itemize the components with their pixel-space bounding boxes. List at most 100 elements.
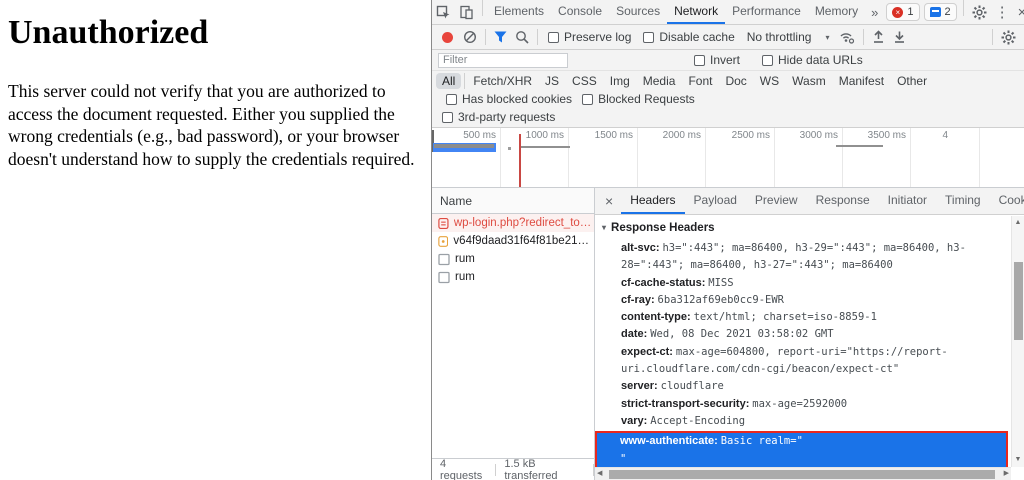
- header-row[interactable]: content-type: text/html; charset=iso-885…: [595, 309, 1008, 326]
- clear-icon[interactable]: [459, 30, 481, 44]
- network-overview-timeline[interactable]: 500 ms 1000 ms 1500 ms 2000 ms 2500 ms 3…: [432, 128, 1024, 188]
- tab-network[interactable]: Network: [667, 0, 725, 24]
- horizontal-scrollbar[interactable]: ◀ ▶: [595, 467, 1011, 480]
- close-detail-icon[interactable]: ×: [597, 188, 621, 214]
- detail-tab-payload[interactable]: Payload: [685, 188, 746, 214]
- divider: [485, 29, 486, 45]
- header-row[interactable]: alt-svc: h3=":443"; ma=86400, h3-29=":44…: [595, 240, 1008, 275]
- header-row[interactable]: cf-cache-status: MISS: [595, 275, 1008, 292]
- checkbox-icon: [548, 32, 559, 43]
- request-row-wp-login[interactable]: wp-login.php?redirect_to=htt...: [432, 214, 594, 232]
- invert-checkbox[interactable]: Invert: [688, 53, 746, 67]
- device-toolbar-icon[interactable]: [455, 0, 478, 24]
- more-tabs-icon[interactable]: »: [865, 0, 884, 24]
- scroll-down-icon[interactable]: ▼: [1015, 455, 1022, 465]
- chip-img[interactable]: Img: [604, 73, 636, 89]
- third-party-checkbox[interactable]: 3rd-party requests: [436, 109, 1018, 124]
- chip-other[interactable]: Other: [891, 73, 933, 89]
- request-row-rum-2[interactable]: rum: [432, 268, 594, 286]
- waterfall-bar: [836, 145, 883, 147]
- header-name: www-authenticate:: [620, 435, 718, 447]
- chip-font[interactable]: Font: [682, 73, 718, 89]
- page-title: Unauthorized: [8, 14, 425, 52]
- issues-badge[interactable]: 2: [924, 3, 957, 21]
- name-column-header[interactable]: Name: [432, 188, 594, 214]
- filter-funnel-icon[interactable]: [490, 31, 511, 43]
- tab-elements[interactable]: Elements: [487, 0, 551, 24]
- scrollbar-thumb[interactable]: [1014, 262, 1023, 340]
- scroll-up-icon[interactable]: ▲: [1015, 218, 1022, 228]
- invert-label: Invert: [710, 53, 740, 67]
- record-icon[interactable]: [442, 32, 453, 43]
- scrollbar-thumb[interactable]: [609, 470, 995, 479]
- blocked-requests-checkbox[interactable]: Blocked Requests: [582, 92, 695, 106]
- tab-memory[interactable]: Memory: [808, 0, 865, 24]
- request-type-filters: All Fetch/XHR JS CSS Img Media Font Doc …: [432, 71, 1024, 128]
- chip-media[interactable]: Media: [637, 73, 682, 89]
- filter-input[interactable]: [438, 53, 568, 68]
- throttling-value: No throttling: [747, 30, 812, 44]
- request-list-panel: Name wp-login.php?redirect_to=htt... v64…: [432, 188, 595, 480]
- chip-ws[interactable]: WS: [754, 73, 785, 89]
- import-har-icon[interactable]: [868, 30, 889, 44]
- response-headers-title-row[interactable]: ▾ Response Headers: [595, 220, 1008, 235]
- detail-tab-cookies[interactable]: Cookies: [990, 188, 1024, 214]
- request-row-script[interactable]: v64f9daad31f64f81be21cbef6...: [432, 232, 594, 250]
- header-row[interactable]: date: Wed, 08 Dec 2021 03:58:02 GMT: [595, 326, 1008, 343]
- chip-manifest[interactable]: Manifest: [833, 73, 890, 89]
- header-name: alt-svc:: [621, 242, 660, 254]
- gridline: [705, 128, 706, 187]
- preserve-log-checkbox[interactable]: Preserve log: [542, 30, 637, 44]
- network-status-bar: 4 requests 1.5 kB transferred: [432, 458, 594, 480]
- chip-css[interactable]: CSS: [566, 73, 603, 89]
- network-conditions-icon[interactable]: [835, 30, 859, 44]
- error-icon: ×: [892, 7, 903, 18]
- close-devtools-icon[interactable]: ×: [1014, 0, 1024, 24]
- header-row[interactable]: strict-transport-security: max-age=25920…: [595, 396, 1008, 413]
- detail-tab-headers[interactable]: Headers: [621, 188, 684, 214]
- tab-performance[interactable]: Performance: [725, 0, 808, 24]
- header-row[interactable]: cf-ray: 6ba312af69eb0cc9-EWR: [595, 292, 1008, 309]
- search-icon[interactable]: [511, 30, 533, 44]
- chip-all[interactable]: All: [436, 73, 461, 89]
- chip-wasm[interactable]: Wasm: [786, 73, 832, 89]
- scroll-right-icon[interactable]: ▶: [1004, 469, 1009, 479]
- hide-data-urls-checkbox[interactable]: Hide data URLs: [756, 53, 869, 67]
- devtools-panel: Elements Console Sources Network Perform…: [431, 0, 1024, 480]
- checkbox-icon: [442, 112, 453, 123]
- network-settings-gear-icon[interactable]: [997, 30, 1020, 45]
- detail-tab-initiator[interactable]: Initiator: [879, 188, 936, 214]
- detail-tab-response[interactable]: Response: [807, 188, 879, 214]
- has-blocked-cookies-checkbox[interactable]: Has blocked cookies: [446, 92, 572, 106]
- chip-js[interactable]: JS: [539, 73, 565, 89]
- chevron-down-icon: ▾: [825, 30, 829, 45]
- chip-fetch-xhr[interactable]: Fetch/XHR: [467, 73, 538, 89]
- document-icon: [438, 217, 449, 230]
- export-har-icon[interactable]: [889, 30, 910, 44]
- issues-icon: [930, 7, 941, 17]
- document-icon: [438, 253, 450, 266]
- header-row[interactable]: server: cloudflare: [595, 378, 1008, 395]
- tab-console[interactable]: Console: [551, 0, 609, 24]
- detail-tab-timing[interactable]: Timing: [936, 188, 990, 214]
- header-row-www-authenticate[interactable]: www-authenticate: Basic realm=" ": [597, 433, 1006, 468]
- disable-cache-checkbox[interactable]: Disable cache: [637, 30, 740, 44]
- has-blocked-cookies-label: Has blocked cookies: [462, 92, 572, 106]
- tab-sources[interactable]: Sources: [609, 0, 667, 24]
- detail-tab-preview[interactable]: Preview: [746, 188, 807, 214]
- request-row-rum-1[interactable]: rum: [432, 250, 594, 268]
- menu-dots-icon[interactable]: ⋮: [991, 0, 1014, 24]
- waterfall-bar: [521, 146, 570, 148]
- throttling-dropdown[interactable]: No throttling ▾: [741, 30, 836, 45]
- header-row[interactable]: expect-ct: max-age=604800, report-uri="h…: [595, 344, 1008, 379]
- vertical-scrollbar[interactable]: ▲ ▼: [1011, 216, 1024, 467]
- error-badge[interactable]: × 1: [886, 3, 919, 21]
- inspect-element-icon[interactable]: [432, 0, 455, 24]
- header-row[interactable]: vary: Accept-Encoding: [595, 413, 1008, 430]
- chip-doc[interactable]: Doc: [719, 73, 752, 89]
- timeline-label: 500 ms: [438, 130, 496, 141]
- settings-gear-icon[interactable]: [968, 0, 991, 24]
- header-name: date:: [621, 328, 647, 340]
- scroll-left-icon[interactable]: ◀: [597, 469, 602, 479]
- filter-row: Invert Hide data URLs: [432, 50, 1024, 71]
